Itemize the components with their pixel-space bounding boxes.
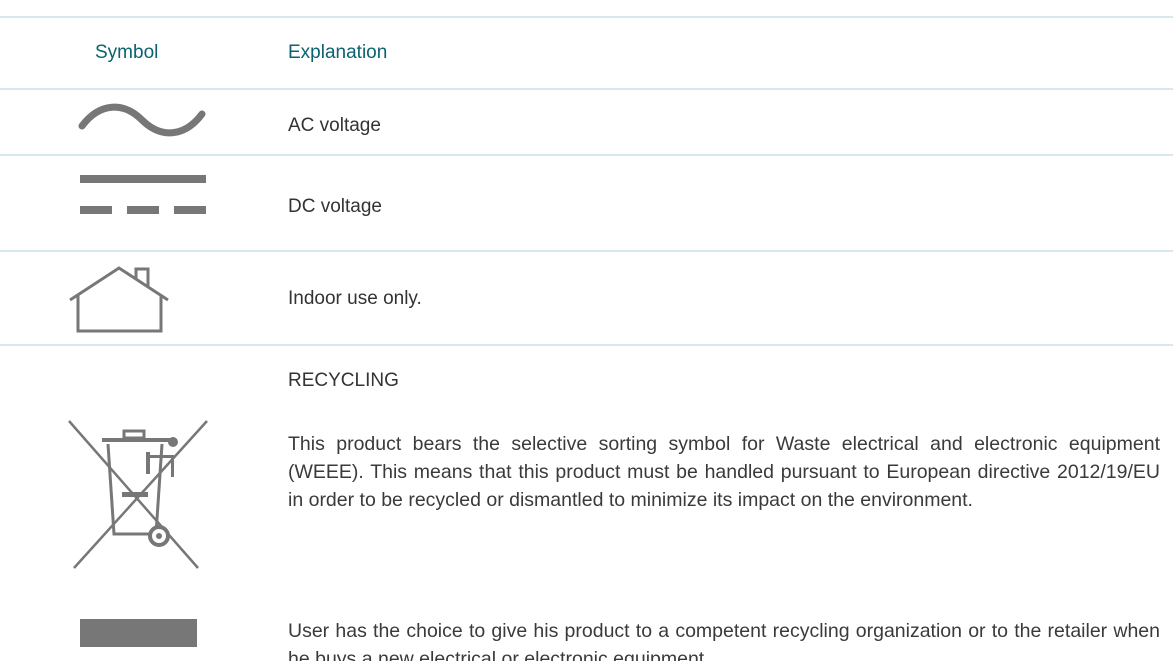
ac-voltage-icon xyxy=(78,100,206,145)
ac-voltage-text: AC voltage xyxy=(288,115,381,136)
table-top-divider xyxy=(0,16,1173,18)
recycling-title: RECYCLING xyxy=(288,370,399,391)
symbol-table: Symbol Explanation AC voltage DC voltage… xyxy=(0,0,1173,661)
header-explanation: Explanation xyxy=(288,42,388,63)
header-symbol: Symbol xyxy=(95,42,159,63)
recycling-paragraph-user-choice: User has the choice to give his product … xyxy=(288,620,1160,661)
row-divider xyxy=(0,250,1173,252)
dc-voltage-text: DC voltage xyxy=(288,196,382,217)
recycling-paragraph-weee: This product bears the selective sorting… xyxy=(288,433,1160,511)
weee-solid-bar-icon xyxy=(80,619,197,652)
indoor-use-house-icon xyxy=(66,264,176,339)
indoor-use-text: Indoor use only. xyxy=(288,288,422,309)
weee-crossed-bin-icon xyxy=(66,418,210,595)
header-divider xyxy=(0,88,1173,90)
row-divider xyxy=(0,344,1173,346)
dc-voltage-icon xyxy=(80,175,206,220)
row-divider xyxy=(0,154,1173,156)
